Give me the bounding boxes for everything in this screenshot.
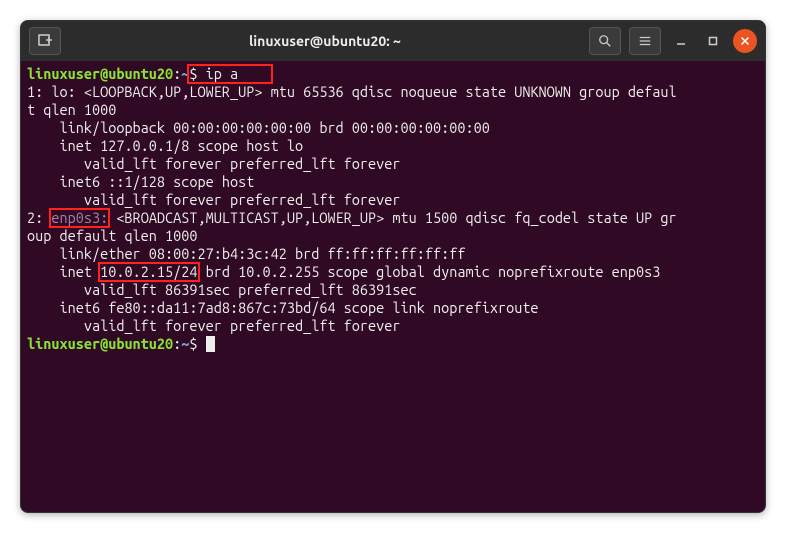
- close-icon: [740, 36, 750, 46]
- output-line: <BROADCAST,MULTICAST,UP,LOWER_UP> mtu 15…: [108, 209, 676, 226]
- cursor: [206, 336, 215, 352]
- output-line: valid_lft forever preferred_lft forever: [27, 155, 401, 172]
- output-line: oup default qlen 1000: [27, 227, 198, 244]
- new-tab-button[interactable]: [29, 27, 61, 55]
- terminal-window: linuxuser@ubuntu20: ~: [20, 20, 766, 513]
- output-line: valid_lft forever preferred_lft forever: [27, 191, 401, 208]
- output-line: t qlen 1000: [27, 101, 116, 118]
- prompt-user-host: linuxuser@ubuntu20: [27, 335, 173, 352]
- highlight-ip-address: 10.0.2.15/24: [98, 262, 199, 282]
- window-title: linuxuser@ubuntu20: ~: [69, 33, 581, 49]
- menu-button[interactable]: [629, 27, 661, 55]
- output-line: link/ether 08:00:27:b4:3c:42 brd ff:ff:f…: [27, 245, 465, 262]
- search-icon: [598, 34, 612, 48]
- output-line: valid_lft forever preferred_lft forever: [27, 317, 401, 334]
- search-button[interactable]: [589, 27, 621, 55]
- maximize-icon: [708, 36, 718, 46]
- prompt-user-host: linuxuser@ubuntu20: [27, 65, 173, 82]
- ip-address: 10.0.2.15/24: [100, 263, 197, 280]
- prompt-symbol: $: [189, 65, 197, 82]
- minimize-icon: [676, 36, 686, 46]
- highlight-interface: enp0s3:: [49, 208, 110, 228]
- maximize-button[interactable]: [701, 29, 725, 53]
- output-line: inet6 fe80::da11:7ad8:867c:73bd/64 scope…: [27, 299, 547, 316]
- titlebar-controls: [589, 27, 757, 55]
- close-button[interactable]: [733, 29, 757, 53]
- prompt-symbol: $: [189, 335, 197, 352]
- output-line: brd 10.0.2.255 scope global dynamic nopr…: [198, 263, 661, 280]
- output-line: 1: lo: <LOOPBACK,UP,LOWER_UP> mtu 65536 …: [27, 83, 677, 100]
- interface-name: enp0s3:: [51, 209, 108, 226]
- titlebar: linuxuser@ubuntu20: ~: [21, 21, 765, 61]
- minimize-button[interactable]: [669, 29, 693, 53]
- highlight-command: $ ip a: [187, 64, 272, 84]
- output-line: inet6 ::1/128 scope host: [27, 173, 262, 190]
- output-line: inet 127.0.0.1/8 scope host lo: [27, 137, 303, 154]
- command-text: ip a: [206, 65, 238, 82]
- terminal-content[interactable]: linuxuser@ubuntu20:~$ ip a 1: lo: <LOOPB…: [21, 61, 765, 357]
- output-line: link/loopback 00:00:00:00:00:00 brd 00:0…: [27, 119, 490, 136]
- hamburger-icon: [638, 34, 652, 48]
- output-line: inet: [27, 263, 100, 280]
- output-line: 2:: [27, 209, 51, 226]
- output-line: valid_lft 86391sec preferred_lft 86391se…: [27, 281, 417, 298]
- new-tab-icon: [37, 33, 53, 49]
